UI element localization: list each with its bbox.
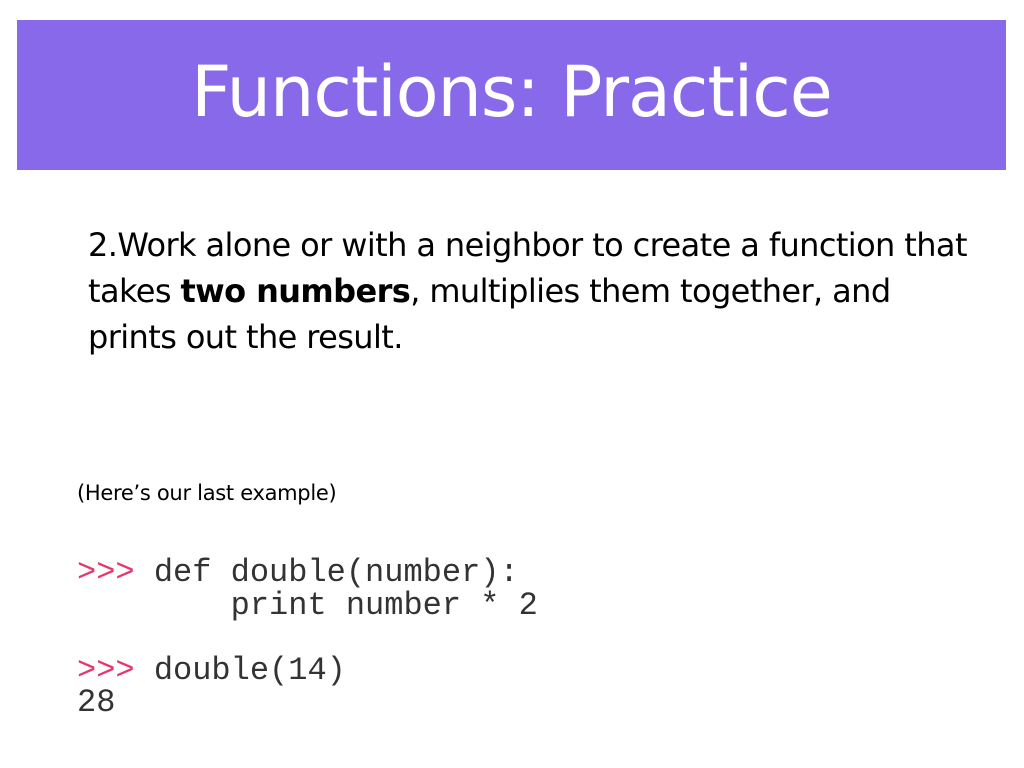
slide-title: Functions: Practice <box>191 51 833 133</box>
code-example: >>> def double(number): print number * 2… <box>77 554 538 721</box>
example-caption: (Here’s our last example) <box>77 481 337 505</box>
code-call-text: double(14) <box>134 651 346 689</box>
exercise-bold-phrase: two numbers <box>180 272 411 310</box>
repl-prompt-symbol: >>> <box>77 554 135 591</box>
code-line-def: >>> def double(number): <box>77 554 538 591</box>
title-banner: Functions: Practice <box>17 20 1006 170</box>
repl-prompt-symbol: >>> <box>77 651 135 689</box>
code-line-print: print number * 2 <box>77 586 538 624</box>
code-line-call: >>> double(14) <box>77 651 538 689</box>
exercise-number: 2. <box>88 226 118 264</box>
exercise-prompt: 2.Work alone or with a neighbor to creat… <box>88 222 968 360</box>
code-def-text: def double(number): <box>134 554 519 591</box>
code-line-output: 28 <box>77 684 116 721</box>
